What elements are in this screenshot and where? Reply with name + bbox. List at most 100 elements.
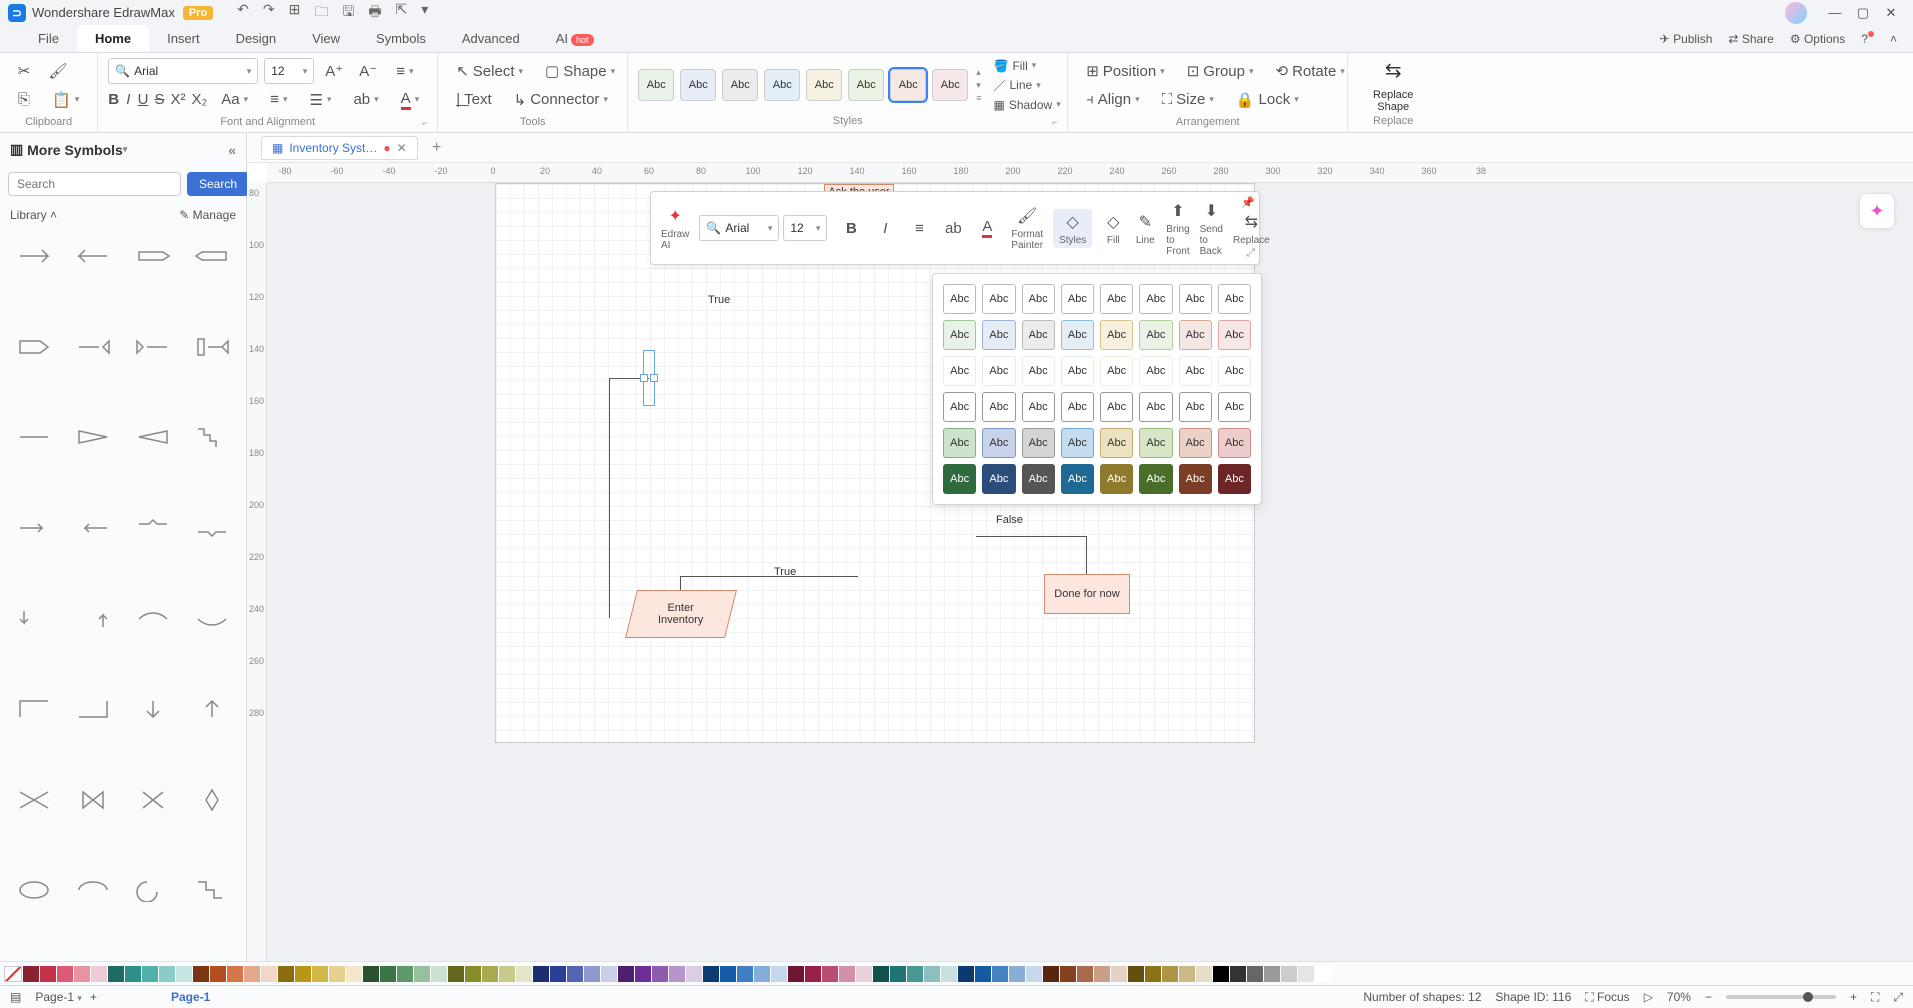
tab-home[interactable]: Home [77,25,149,52]
color-swatch-44[interactable] [771,966,787,982]
tab-insert[interactable]: Insert [149,25,218,52]
styles-next-icon[interactable]: ▾ [976,80,981,91]
tab-file[interactable]: File [20,25,77,52]
line-spacing-button[interactable]: ≡▾ [262,87,295,113]
style-cell-1-3[interactable]: Abc [1061,320,1094,350]
color-swatch-46[interactable] [805,966,821,982]
color-swatch-4[interactable] [91,966,107,982]
selection-handles[interactable] [643,350,655,406]
symbol-arrow-1[interactable] [66,234,122,278]
add-page-button[interactable]: + [90,990,97,1004]
no-fill-button[interactable] [4,966,22,982]
color-swatch-69[interactable] [1196,966,1212,982]
new-icon[interactable]: ⊞ [289,1,301,25]
style-cell-4-4[interactable]: Abc [1100,428,1133,458]
zoom-level[interactable]: 70% [1667,990,1691,1004]
symbol-arrow-4[interactable] [6,325,62,369]
symbol-arrow-25[interactable] [66,778,122,822]
color-swatch-72[interactable] [1247,966,1263,982]
color-swatch-74[interactable] [1281,966,1297,982]
font-color-button[interactable]: A▾ [393,87,428,113]
connector-1[interactable] [609,378,610,618]
color-swatch-70[interactable] [1213,966,1229,982]
style-cell-5-5[interactable]: Abc [1139,464,1172,494]
size-button[interactable]: ⛶ Size▾ [1154,87,1222,113]
color-swatch-40[interactable] [703,966,719,982]
pin-toolbar-button[interactable]: 📌 [1241,196,1255,209]
font-family-select[interactable]: 🔍 Arial▾ [108,58,258,84]
play-button[interactable]: ▷ [1644,990,1653,1004]
styles-prev-icon[interactable]: ▴ [976,67,981,78]
options-button[interactable]: ⚙ Options [1790,32,1845,46]
style-cell-3-7[interactable]: Abc [1218,392,1251,422]
color-swatch-54[interactable] [941,966,957,982]
mini-replace-button[interactable]: ⇆Replace [1233,211,1270,246]
color-swatch-20[interactable] [363,966,379,982]
lock-button[interactable]: 🔒 Lock▾ [1228,87,1307,113]
style-cell-4-6[interactable]: Abc [1179,428,1212,458]
position-button[interactable]: ⊞ Position▾ [1078,58,1172,84]
tab-view[interactable]: View [294,25,358,52]
symbol-arrow-7[interactable] [185,325,241,369]
symbol-arrow-31[interactable] [185,868,241,912]
style-cell-1-5[interactable]: Abc [1139,320,1172,350]
color-swatch-68[interactable] [1179,966,1195,982]
style-swatch-8[interactable]: Abc [932,69,968,101]
cut-button[interactable]: ✂ [10,58,38,84]
color-swatch-15[interactable] [278,966,294,982]
mini-line-button[interactable]: ✎Line [1134,211,1156,246]
symbol-arrow-13[interactable] [66,506,122,550]
manage-library-button[interactable]: ✎ Manage [179,208,236,222]
color-swatch-30[interactable] [533,966,549,982]
zoom-out-button[interactable]: − [1705,990,1712,1004]
style-cell-0-0[interactable]: Abc [943,284,976,314]
close-button[interactable]: ✕ [1877,5,1905,21]
shape-tool-button[interactable]: ▢ Shape▾ [537,58,623,84]
open-icon[interactable]: 🗀 [314,1,328,25]
style-cell-0-7[interactable]: Abc [1218,284,1251,314]
color-swatch-11[interactable] [210,966,226,982]
color-swatch-50[interactable] [873,966,889,982]
copy-button[interactable]: ⎘ [10,87,38,113]
color-swatch-22[interactable] [397,966,413,982]
page-name-label[interactable]: Page-1 [171,990,210,1004]
style-cell-3-4[interactable]: Abc [1100,392,1133,422]
case-button[interactable]: Aa▾ [213,87,256,113]
mini-font-size-select[interactable]: 12▾ [783,215,827,241]
help-button[interactable]: ? [1861,32,1874,46]
color-swatch-73[interactable] [1264,966,1280,982]
decrease-font-button[interactable]: A⁻ [354,58,382,84]
text-tool-button[interactable]: |͟ Text [448,87,499,113]
style-cell-2-6[interactable]: Abc [1179,356,1212,386]
style-swatch-3[interactable]: Abc [722,69,758,101]
color-swatch-63[interactable] [1094,966,1110,982]
symbol-arrow-17[interactable] [66,597,122,641]
style-cell-2-7[interactable]: Abc [1218,356,1251,386]
symbol-search-input[interactable] [8,172,181,196]
style-swatch-1[interactable]: Abc [638,69,674,101]
mini-bold-button[interactable]: B [837,215,865,241]
rotate-button[interactable]: ⟲ Rotate▾ [1268,58,1353,84]
color-swatch-10[interactable] [193,966,209,982]
style-cell-4-3[interactable]: Abc [1061,428,1094,458]
symbol-arrow-5[interactable] [66,325,122,369]
symbol-arrow-14[interactable] [125,506,181,550]
quick-access-more-icon[interactable]: ▾ [421,1,428,25]
color-swatch-37[interactable] [652,966,668,982]
color-swatch-42[interactable] [737,966,753,982]
color-swatch-52[interactable] [907,966,923,982]
color-swatch-13[interactable] [244,966,260,982]
underline-button[interactable]: U [138,87,149,113]
style-cell-1-4[interactable]: Abc [1100,320,1133,350]
style-cell-3-5[interactable]: Abc [1139,392,1172,422]
symbol-arrow-22[interactable] [125,687,181,731]
style-cell-4-2[interactable]: Abc [1022,428,1055,458]
mini-font-family-select[interactable]: 🔍 Arial▾ [699,215,779,241]
mini-italic-button[interactable]: I [871,215,899,241]
style-cell-1-6[interactable]: Abc [1179,320,1212,350]
symbol-arrow-27[interactable] [185,778,241,822]
color-swatch-27[interactable] [482,966,498,982]
zoom-in-button[interactable]: + [1850,990,1857,1004]
color-swatch-36[interactable] [635,966,651,982]
symbol-arrow-21[interactable] [66,687,122,731]
